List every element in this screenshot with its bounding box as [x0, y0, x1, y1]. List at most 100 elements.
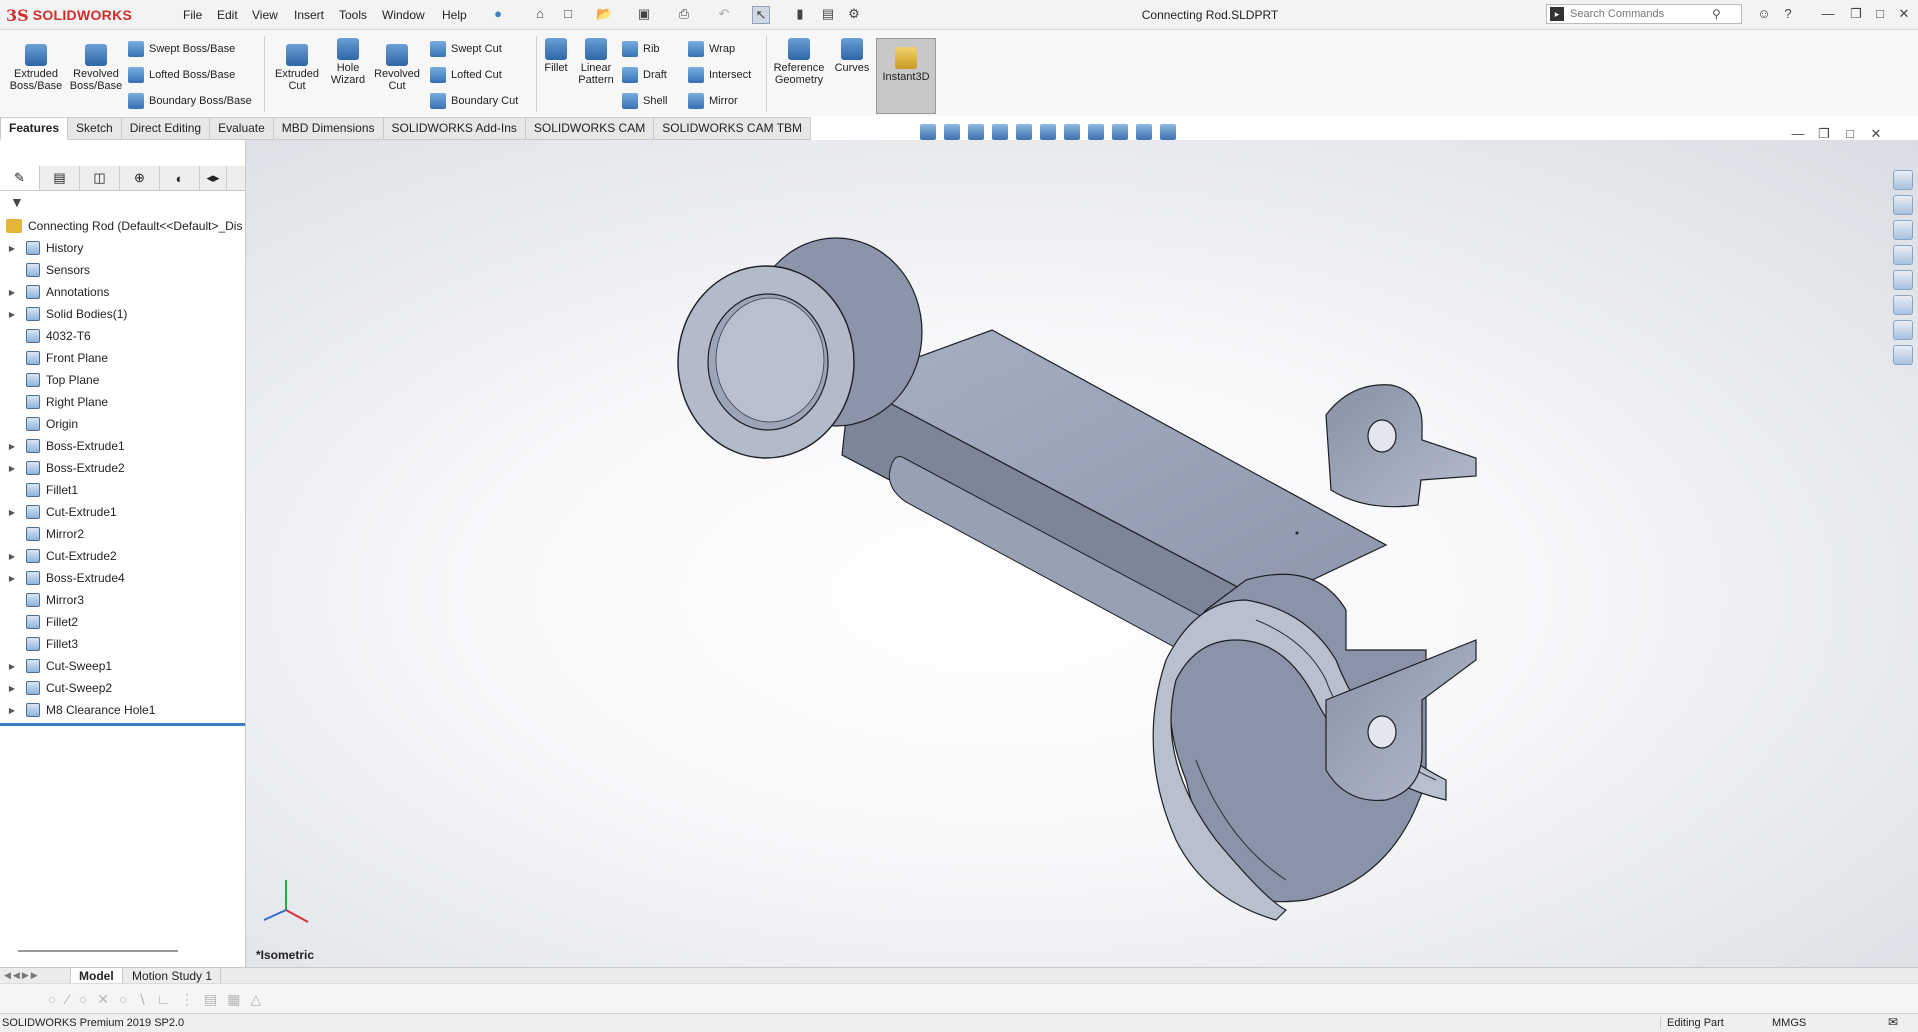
filter-icon[interactable]: ▼ — [10, 194, 24, 210]
chat-icon[interactable]: ✉ — [1888, 1015, 1898, 1029]
tab-sketch[interactable]: Sketch — [68, 117, 122, 140]
tree-item[interactable]: Origin — [0, 415, 244, 433]
tab-features[interactable]: Features — [0, 117, 69, 140]
zoom-to-area-icon[interactable] — [944, 124, 960, 140]
expand-arrow-icon[interactable]: ▶ — [6, 244, 18, 253]
zoom-to-fit-icon[interactable] — [920, 124, 936, 140]
new-document-icon[interactable]: □ — [560, 6, 576, 22]
wrap-button[interactable]: Wrap — [688, 40, 735, 58]
tree-item[interactable]: Mirror2 — [0, 525, 244, 543]
lofted-boss-button[interactable]: Lofted Boss/Base — [128, 66, 235, 84]
extruded-cut-button[interactable]: Extruded Cut — [270, 44, 324, 92]
tree-item[interactable]: ▶ History — [0, 239, 244, 257]
configuration-manager-tab-icon[interactable]: ◫ — [80, 166, 120, 190]
save-icon[interactable]: ▣ — [636, 6, 652, 22]
section-view-icon[interactable] — [992, 124, 1008, 140]
connecting-rod-model[interactable] — [246, 140, 1918, 967]
tree-item[interactable]: ▶ M8 Clearance Hole1 — [0, 701, 244, 719]
tree-item[interactable]: Front Plane — [0, 349, 244, 367]
hide-show-items-icon[interactable] — [1088, 124, 1104, 140]
boundary-cut-button[interactable]: Boundary Cut — [430, 92, 518, 110]
sketch-tool-icons[interactable]: ○∕○✕○∖∟⋮▤▦△ — [48, 991, 271, 1008]
shell-button[interactable]: Shell — [622, 92, 667, 110]
3dexperience-icon[interactable] — [1893, 345, 1913, 365]
linear-pattern-button[interactable]: Linear Pattern — [574, 38, 618, 86]
lofted-cut-button[interactable]: Lofted Cut — [430, 66, 502, 84]
appearances-icon[interactable] — [1893, 270, 1913, 290]
expand-arrow-icon[interactable]: ▶ — [6, 552, 18, 561]
hole-wizard-button[interactable]: Hole Wizard — [326, 38, 370, 86]
menu-edit[interactable]: Edit — [217, 8, 238, 22]
tree-item[interactable]: ▶ Annotations — [0, 283, 244, 301]
dimxpert-tab-icon[interactable]: ⊕ — [120, 166, 160, 190]
dynamic-annotation-icon[interactable] — [1016, 124, 1032, 140]
menu-window[interactable]: Window — [382, 8, 425, 22]
rebuild-icon[interactable]: ▮ — [792, 6, 808, 22]
menu-insert[interactable]: Insert — [294, 8, 324, 22]
custom-properties-icon[interactable] — [1893, 295, 1913, 315]
tree-item[interactable]: ▶ Boss-Extrude4 — [0, 569, 244, 587]
tree-item[interactable]: ▶ Solid Bodies(1) — [0, 305, 244, 323]
boundary-boss-button[interactable]: Boundary Boss/Base — [128, 92, 252, 110]
expand-arrow-icon[interactable]: ▶ — [6, 574, 18, 583]
tree-item[interactable]: ▶ Boss-Extrude1 — [0, 437, 244, 455]
mirror-button[interactable]: Mirror — [688, 92, 738, 110]
previous-view-icon[interactable] — [968, 124, 984, 140]
swept-boss-button[interactable]: Swept Boss/Base — [128, 40, 235, 58]
revolved-cut-button[interactable]: Revolved Cut — [372, 44, 422, 92]
open-icon[interactable]: 📂 — [596, 6, 612, 22]
unit-system[interactable]: MMGS — [1772, 1017, 1806, 1029]
tree-item[interactable]: ▶ Cut-Sweep1 — [0, 657, 244, 675]
tab-scroll-icons[interactable]: ◀◀▶▶ — [4, 970, 40, 981]
menu-help[interactable]: Help — [442, 8, 467, 22]
intersect-button[interactable]: Intersect — [688, 66, 751, 84]
curves-button[interactable]: Curves — [830, 38, 874, 74]
expand-arrow-icon[interactable]: ▶ — [6, 684, 18, 693]
home-icon[interactable]: ⌂ — [532, 6, 548, 22]
menu-view[interactable]: View — [252, 8, 278, 22]
edit-appearance-icon[interactable] — [1112, 124, 1128, 140]
design-library-icon[interactable] — [1893, 195, 1913, 215]
tab-evaluate[interactable]: Evaluate — [210, 117, 274, 140]
tree-item[interactable]: Top Plane — [0, 371, 244, 389]
expand-arrow-icon[interactable]: ▶ — [6, 662, 18, 671]
tree-item[interactable]: Fillet3 — [0, 635, 244, 653]
select-icon[interactable]: ↖ — [752, 6, 770, 24]
rib-button[interactable]: Rib — [622, 40, 660, 58]
rollback-bar[interactable] — [0, 723, 245, 726]
tab-mbd-dimensions[interactable]: MBD Dimensions — [273, 117, 384, 140]
tree-item[interactable]: ▶ Cut-Extrude2 — [0, 547, 244, 565]
fillet-button[interactable]: Fillet — [540, 38, 572, 74]
options-gear-icon[interactable]: ⚙ — [846, 6, 862, 22]
display-style-icon[interactable] — [1064, 124, 1080, 140]
expand-arrow-icon[interactable]: ▶ — [6, 288, 18, 297]
solidworks-forum-icon[interactable] — [1893, 320, 1913, 340]
view-orientation-icon[interactable] — [1040, 124, 1056, 140]
property-manager-tab-icon[interactable]: ▤ — [40, 166, 80, 190]
help-icon[interactable]: ? — [1780, 6, 1796, 22]
viewport-restore-icon[interactable]: ❐ — [1816, 126, 1832, 142]
revolved-boss-button[interactable]: Revolved Boss/Base — [68, 44, 124, 92]
pin-icon[interactable]: ● — [490, 6, 506, 22]
viewport-close-icon[interactable]: ✕ — [1868, 126, 1884, 142]
instant3d-button[interactable]: Instant3D — [876, 38, 936, 114]
search-commands[interactable]: ▸ ⚲ — [1546, 4, 1742, 24]
tree-item[interactable]: 4032-T6 — [0, 327, 244, 345]
tree-item[interactable]: ▶ Cut-Extrude1 — [0, 503, 244, 521]
minimize-icon[interactable]: — — [1820, 6, 1836, 22]
graphics-area[interactable] — [246, 140, 1918, 967]
tree-item[interactable]: Fillet2 — [0, 613, 244, 631]
tree-item[interactable]: Mirror3 — [0, 591, 244, 609]
view-settings-icon[interactable] — [1160, 124, 1176, 140]
solidworks-resources-icon[interactable] — [1893, 170, 1913, 190]
tree-item[interactable]: Fillet1 — [0, 481, 244, 499]
solidworks-logo[interactable]: 3S SOLIDWORKS — [6, 2, 156, 28]
close-icon[interactable]: ✕ — [1896, 6, 1912, 22]
print-icon[interactable]: ⎙ — [676, 6, 692, 22]
feature-manager-tab-icon[interactable]: ✎ — [0, 166, 40, 190]
maximize-icon[interactable]: □ — [1872, 6, 1888, 22]
expand-arrow-icon[interactable]: ▶ — [6, 464, 18, 473]
search-icon[interactable]: ⚲ — [1712, 7, 1721, 21]
restore-icon[interactable]: ❐ — [1848, 6, 1864, 22]
user-icon[interactable]: ☺ — [1756, 6, 1772, 22]
